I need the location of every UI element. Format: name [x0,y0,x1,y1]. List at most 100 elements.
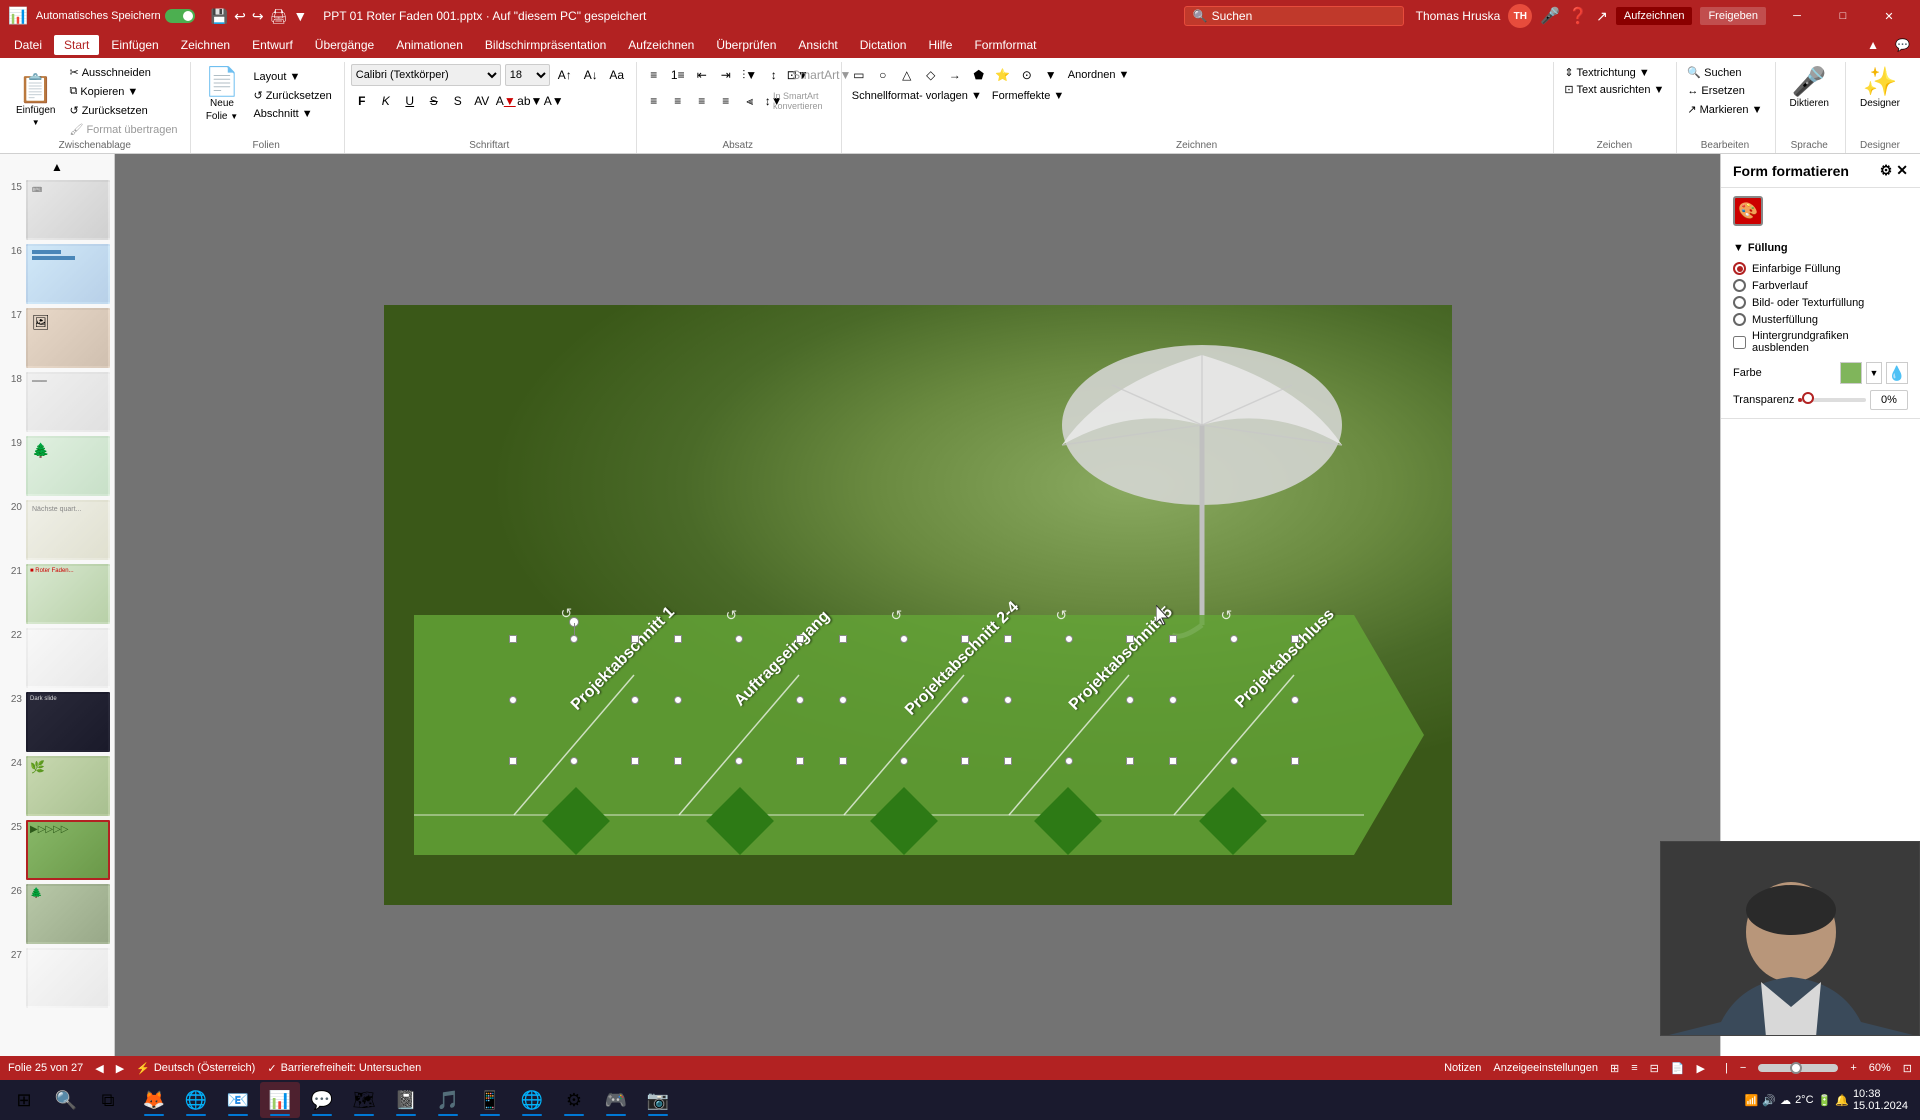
slide-thumb-26[interactable]: 26 🌲 [4,884,110,944]
shape-7[interactable]: ⭐ [992,64,1014,86]
handle-br[interactable] [631,757,639,765]
font-color2-button[interactable]: A▼ [543,90,565,112]
increase-font-button[interactable]: A↑ [554,64,576,86]
taskbar-search[interactable]: 🔍 [46,1082,86,1118]
handle-left[interactable] [509,696,517,704]
taskbar-app-chrome[interactable]: 🌐 [176,1082,216,1118]
eyedropper-button[interactable]: 💧 [1886,362,1908,384]
font-size-select[interactable]: 18 [505,64,550,86]
slide-thumb-19[interactable]: 19 🌲 [4,436,110,496]
dictation-icon[interactable]: 🎤 [1540,6,1560,26]
panel-settings-icon[interactable]: ⚙ [1880,162,1893,179]
menu-praesentation[interactable]: Bildschirmpräsentation [475,35,616,55]
zuruecksetzen-button[interactable]: ↺ Zurücksetzen [65,102,181,119]
ausschneiden-button[interactable]: ✂ Ausschneiden [65,64,181,81]
slide-thumb-21[interactable]: 21 ■ Roter Faden... [4,564,110,624]
increase-indent-button[interactable]: ⇥ [715,64,737,86]
normal-view-icon[interactable]: ⊞ [1610,1062,1619,1075]
handle-top[interactable] [570,635,578,643]
taskbar-app-powerpoint[interactable]: 📊 [260,1082,300,1118]
maximize-button[interactable]: □ [1820,0,1866,32]
menu-uebergaenge[interactable]: Übergänge [305,35,384,55]
handle-tl[interactable] [509,635,517,643]
highlight-button[interactable]: ab▼ [519,90,541,112]
textrichtung-button[interactable]: ⇕ Textrichtung ▼ [1560,64,1653,81]
align-right-button[interactable]: ≡ [691,90,713,112]
strikethrough-button[interactable]: S [423,90,445,112]
shape-8[interactable]: ⊙ [1016,64,1038,86]
search-box[interactable]: 🔍 Suchen [1184,6,1404,26]
smartart-button[interactable]: SmartArt▼ [811,64,833,86]
fit-slide-button[interactable]: ⊡ [1903,1062,1912,1075]
slide-thumb-20[interactable]: 20 Nächste quart... [4,500,110,560]
taskbar-app-maps[interactable]: 🗺 [344,1082,384,1118]
menu-hilfe[interactable]: Hilfe [918,35,962,55]
notification-icon[interactable]: 🔔 [1835,1094,1849,1107]
slide-thumb-27[interactable]: 27 [4,948,110,1008]
start-button[interactable]: ⊞ [4,1082,44,1118]
handle-tr[interactable] [631,635,639,643]
kopieren-button[interactable]: ⧉ Kopieren ▼ [65,83,181,100]
bullets-button[interactable]: ≡ [643,64,665,86]
slide-nav-next[interactable]: ▶ [116,1062,124,1075]
slide-nav-prev[interactable]: ◀ [95,1062,103,1075]
align-left-button[interactable]: ≡ [643,90,665,112]
menu-zeichnen[interactable]: Zeichnen [171,35,240,55]
share-icon[interactable]: ↗ [1596,8,1608,25]
decrease-indent-button[interactable]: ⇤ [691,64,713,86]
slide-panel-up[interactable]: ▲ [6,160,108,174]
menu-entwurf[interactable]: Entwurf [242,35,303,55]
designer-button[interactable]: ✨ Designer [1852,64,1908,113]
fill-option-einfarbig[interactable]: Einfarbige Füllung [1733,262,1908,275]
taskbar-app-2[interactable]: 📱 [470,1082,510,1118]
color-picker-button[interactable]: ▼ [1866,362,1882,384]
transparency-slider[interactable] [1798,398,1866,402]
fill-option-bild-textur[interactable]: Bild- oder Texturfüllung [1733,296,1908,309]
slide-thumb-24[interactable]: 24 🌿 [4,756,110,816]
shape-3[interactable]: △ [896,64,918,86]
clock[interactable]: 10:3815.01.2024 [1853,1088,1908,1112]
numbering-button[interactable]: 1≡ [667,64,689,86]
format-uebertragen-button[interactable]: 🖌 Format übertragen [65,121,181,138]
panel-close-icon[interactable]: ✕ [1896,162,1908,179]
menu-dictation[interactable]: Dictation [850,35,917,55]
anordnen-button[interactable]: Anordnen ▼ [1064,67,1134,83]
diktieren-button[interactable]: 🎤 Diktieren [1782,64,1837,113]
fill-option-muster[interactable]: Musterfüllung [1733,313,1908,326]
abschnitt-button[interactable]: Abschnitt ▼ [249,106,335,122]
view-settings-button[interactable]: Anzeigeeinstellungen [1493,1062,1598,1074]
neue-folie-button[interactable]: 📄 Neue Folie ▼ [197,64,248,126]
slide-thumb-15[interactable]: 15 ⌨ [4,180,110,240]
minimize-button[interactable]: ─ [1774,0,1820,32]
textausrichten-button[interactable]: ⊡ Text ausrichten ▼ [1560,81,1668,98]
markieren-button[interactable]: ↗ Markieren ▼ [1683,101,1766,118]
taskview-button[interactable]: ⧉ [88,1082,128,1118]
notes-button[interactable]: Notizen [1444,1062,1481,1074]
shadow-button[interactable]: S [447,90,469,112]
columns-button[interactable]: ⫷ [739,90,761,112]
checkbox-hintergrund[interactable] [1733,336,1746,349]
filling-section-title[interactable]: ▼ Füllung [1733,242,1908,254]
ribbon-collapse-icon[interactable]: ▲ [1861,35,1885,55]
handle-bl[interactable] [509,757,517,765]
taskbar-app-onenote[interactable]: 📓 [386,1082,426,1118]
menu-ueberpruefen[interactable]: Überprüfen [706,35,786,55]
aufzeichnen-btn[interactable]: Aufzeichnen [1616,7,1693,25]
slide-thumb-25[interactable]: 25 ▶▷▷▷▷ [4,820,110,880]
taskbar-app-5[interactable]: 🎮 [596,1082,636,1118]
menu-aufzeichnen[interactable]: Aufzeichnen [618,35,704,55]
network-icon[interactable]: 📶 [1745,1094,1759,1107]
menu-einfuegen[interactable]: Einfügen [101,35,168,55]
reading-view-icon[interactable]: ▶ [1697,1062,1705,1075]
fill-option-farbverlauf[interactable]: Farbverlauf [1733,279,1908,292]
help-icon[interactable]: ❓ [1568,6,1588,26]
italic-button[interactable]: K [375,90,397,112]
slidesorter-icon[interactable]: ⊟ [1650,1062,1659,1075]
formeffekte-button[interactable]: Formeffekte ▼ [988,88,1068,104]
align-center-button[interactable]: ≡ [667,90,689,112]
taskbar-app-4[interactable]: ⚙ [554,1082,594,1118]
slide-thumb-16[interactable]: 16 [4,244,110,304]
close-button[interactable]: ✕ [1866,0,1912,32]
font-color-button[interactable]: A▼ [495,90,517,112]
zoom-slider[interactable] [1758,1064,1838,1072]
